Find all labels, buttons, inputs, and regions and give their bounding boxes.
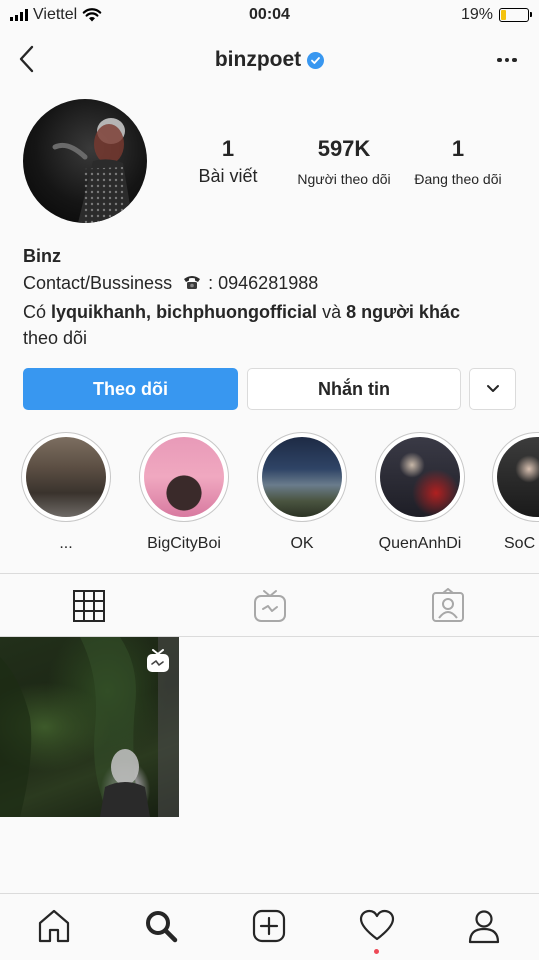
telephone-icon — [184, 276, 201, 289]
posts-count-value: 1 — [221, 136, 235, 161]
nav-profile[interactable] — [462, 906, 506, 946]
avatar-photo — [52, 118, 133, 223]
battery-info: 19% — [460, 6, 532, 24]
bio-contact-line: Contact/Bussiness : 0946281988 — [23, 273, 318, 294]
followers-count-value: 597K — [317, 136, 371, 161]
highlight-cover-ring — [375, 432, 465, 522]
nav-home[interactable] — [32, 906, 76, 946]
following-count[interactable]: 1 Đang theo dõi — [404, 136, 512, 187]
tab-grid[interactable] — [69, 586, 109, 626]
profile-display-name: Binz — [23, 246, 61, 266]
followed-by-connector: và — [322, 302, 342, 322]
highlight-cover-image — [262, 437, 342, 517]
search-icon — [146, 911, 178, 943]
highlight-cover-ring — [139, 432, 229, 522]
followed-by-line[interactable]: Có lyquikhanh, bichphuongofficial và 8 n… — [23, 299, 523, 351]
igtv-icon — [254, 590, 286, 622]
story-highlight[interactable]: ... — [20, 432, 112, 553]
tab-tagged[interactable] — [428, 586, 468, 626]
notification-dot — [374, 949, 379, 954]
following-count-value: 1 — [451, 136, 465, 161]
add-post-icon — [252, 909, 286, 943]
more-options-button[interactable] — [493, 50, 521, 70]
followed-by-prefix: Có — [23, 302, 47, 322]
followed-by-user-2[interactable]: bichphuongofficial — [156, 302, 317, 322]
contact-label: Contact/Bussiness — [23, 273, 173, 293]
nav-activity[interactable] — [355, 906, 399, 954]
highlight-cover-image — [26, 437, 106, 517]
story-highlight[interactable]: OK — [256, 432, 348, 553]
highlight-cover-ring — [492, 432, 539, 522]
posts-count-label: Bài viết — [198, 166, 258, 186]
followers-count-label: Người theo dõi — [297, 171, 391, 187]
igtv-badge-icon — [146, 649, 170, 678]
highlight-cover-image — [144, 437, 224, 517]
battery-icon — [499, 8, 532, 22]
highlight-label: BigCityBoi — [147, 535, 221, 552]
status-bar: Viettel 00:04 19% — [0, 0, 539, 30]
profile-avatar[interactable] — [23, 99, 147, 223]
highlight-cover-image — [497, 437, 539, 517]
followed-by-others[interactable]: 8 người khác — [346, 302, 460, 322]
post-thumbnail[interactable] — [0, 637, 179, 817]
more-horizontal-icon — [497, 57, 502, 63]
highlight-label: SoC — [504, 535, 536, 552]
activity-heart-icon — [359, 909, 395, 941]
highlight-cover-ring — [257, 432, 347, 522]
highlight-label: QuenAnhDi — [378, 535, 462, 552]
chevron-down-icon — [486, 385, 499, 392]
message-button[interactable]: Nhắn tin — [247, 368, 461, 410]
story-highlight[interactable]: QuenAnhDi — [374, 432, 466, 553]
highlight-cover-image — [380, 437, 460, 517]
suggested-accounts-button[interactable] — [469, 368, 516, 410]
highlight-label: ... — [59, 535, 73, 552]
verified-badge-icon — [307, 51, 325, 69]
tab-igtv[interactable] — [250, 586, 290, 626]
bottom-navigation — [0, 893, 539, 960]
followers-count[interactable]: 597K Người theo dõi — [288, 136, 400, 187]
grid-icon — [73, 590, 105, 622]
tagged-icon — [432, 588, 464, 622]
nav-search[interactable] — [139, 906, 183, 946]
clock: 00:04 — [249, 6, 290, 23]
followed-by-user-1[interactable]: lyquikhanh, — [51, 302, 151, 322]
follow-button[interactable]: Theo dõi — [23, 368, 238, 410]
home-icon — [38, 909, 70, 943]
followed-by-suffix: theo dõi — [23, 328, 88, 348]
highlight-label: OK — [290, 535, 314, 552]
username: binzpoet — [214, 48, 302, 71]
profile-username-header: binzpoet — [0, 48, 539, 72]
contact-phone[interactable]: 0946281988 — [218, 273, 318, 293]
story-highlight[interactable]: SoC — [492, 432, 539, 553]
nav-new-post[interactable] — [247, 906, 291, 946]
posts-count: 1 Bài viết — [190, 136, 266, 187]
highlight-cover-ring — [21, 432, 111, 522]
profile-tabs — [0, 573, 539, 637]
battery-percent: 19% — [460, 6, 493, 23]
profile-icon — [468, 910, 500, 944]
following-count-label: Đang theo dõi — [414, 171, 502, 187]
story-highlight[interactable]: BigCityBoi — [138, 432, 230, 553]
contact-separator: : — [208, 273, 214, 293]
